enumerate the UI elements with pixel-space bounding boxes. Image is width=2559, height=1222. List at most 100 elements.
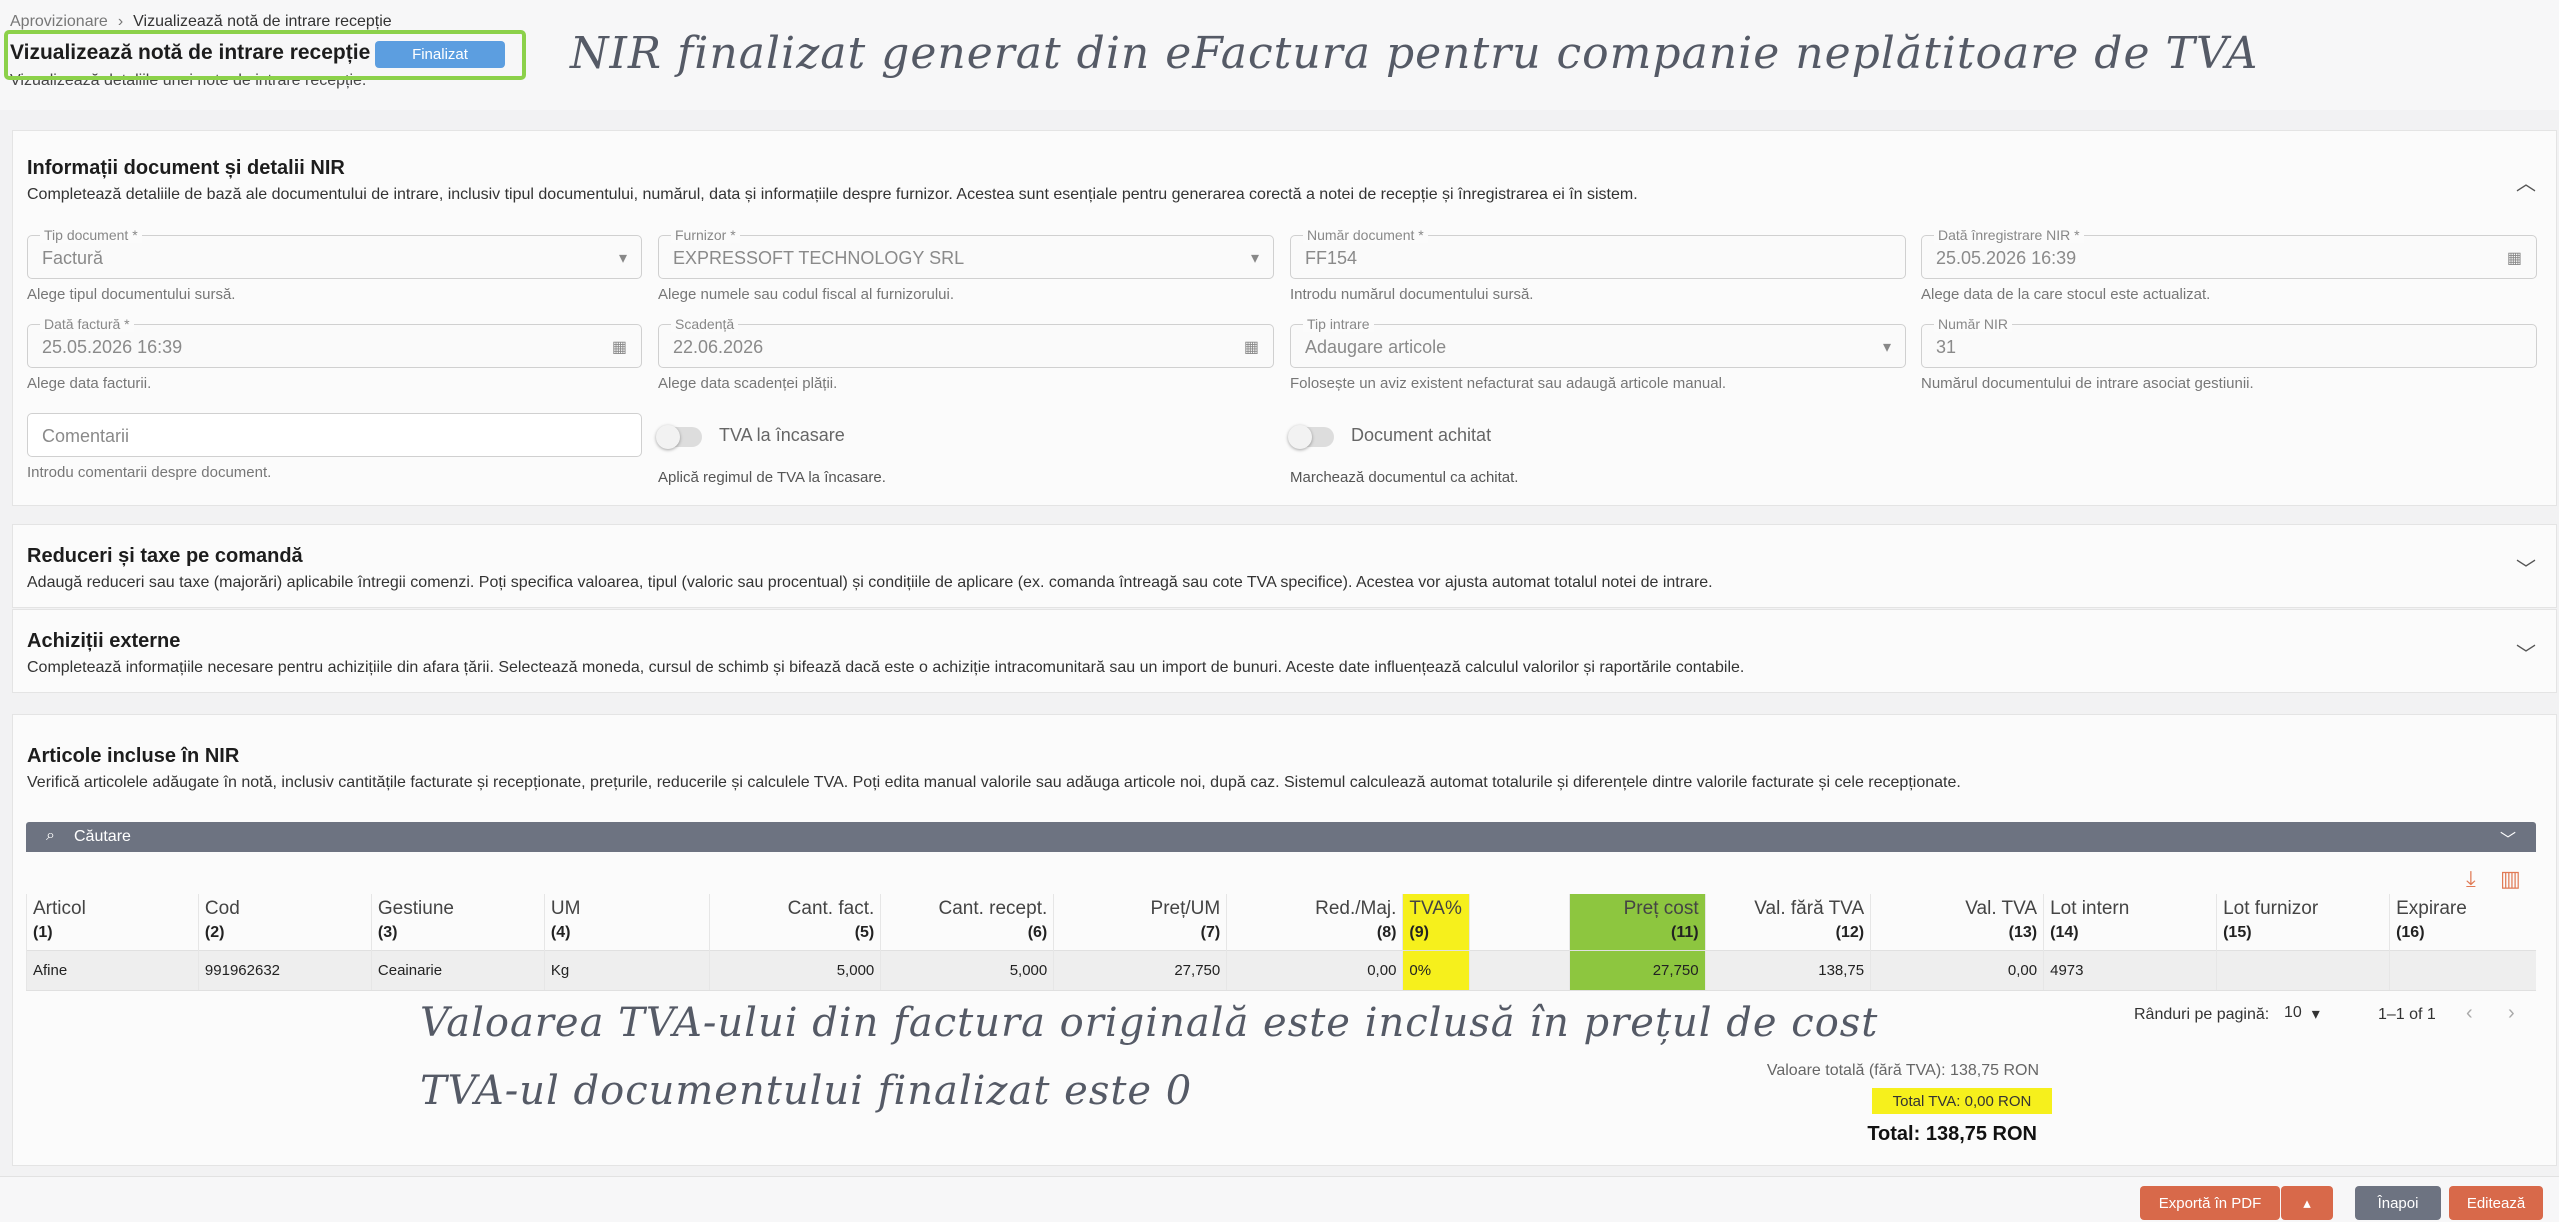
field-value: 31 [1936,337,1957,357]
search-icon: ⌕ [46,827,55,844]
tva-incasare-toggle[interactable] [656,425,702,449]
pagination-range: 1–1 of 1 [2378,1006,2436,1023]
column-header[interactable] [1468,894,1570,950]
caret-down-icon: ▾ [618,250,627,267]
column-label: Cod [204,898,240,919]
caret-down-icon: ▾ [2311,1006,2320,1023]
table-cell: 27,750 [1569,949,1706,991]
field-helper: Alege data de la care stocul este actual… [1921,286,2211,303]
export-menu-button[interactable]: ▴ [2281,1186,2333,1220]
column-header[interactable]: Cant. fact. (5) [709,894,881,950]
column-label: Cant. fact. [787,898,875,919]
column-number: (7) [1200,924,1221,941]
table-cell: 27,750 [1053,949,1227,991]
column-header[interactable]: Articol (1) [26,894,199,950]
field-label: Tip intrare [1303,316,1374,332]
chevron-down-icon[interactable]: ﹀ [2516,553,2536,582]
grand-total: Total: 138,75 RON [1867,1123,2037,1145]
column-label: UM [550,898,581,919]
discounts-section[interactable]: Reduceri și taxe pe comandă Adaugă reduc… [12,524,2557,608]
caret-up-icon: ▴ [2303,1195,2311,1212]
column-header[interactable]: Preț/UM (7) [1053,894,1227,950]
supplier-select[interactable]: Furnizor * EXPRESSOFT TECHNOLOGY SRL ▾ [658,227,1274,279]
column-number: (6) [1027,924,1048,941]
table-row[interactable]: Afine 991962632 Ceainarie Kg 5,000 5,000 27,75… [26,949,2536,991]
registration-date-field[interactable]: Dată înregistrare NIR * 25.05.2026 16:39… [1921,227,2537,279]
column-label: Cant. recept. [938,898,1048,919]
edit-button[interactable]: Editează [2449,1186,2543,1220]
section-title: Articole incluse în NIR [27,745,240,767]
column-number: (9) [1409,924,1429,941]
table-cell [2389,949,2536,991]
external-purchases-section[interactable]: Achiziții externe Completează informații… [12,609,2557,693]
column-number: (16) [2396,924,2425,941]
table-cell: 5,000 [880,949,1054,991]
field-helper: Alege data scadenței plății. [658,375,838,392]
calendar-icon[interactable]: ▦ [612,337,627,357]
entry-type-select[interactable]: Tip intrare Adaugare articole ▾ [1290,316,1906,368]
export-pdf-button[interactable]: Exportă în PDF [2140,1186,2280,1220]
document-type-select[interactable]: Tip document * Factură ▾ [27,227,642,279]
search-bar[interactable]: ⌕ Căutare ﹀ [26,822,2536,852]
field-value: EXPRESSOFT TECHNOLOGY SRL [673,248,965,268]
field-placeholder: Comentarii [42,426,130,446]
column-header[interactable]: Expirare (16) [2389,894,2536,950]
back-button[interactable]: Înapoi [2355,1186,2441,1220]
field-helper: Introdu numărul documentului sursă. [1290,286,1534,303]
column-header[interactable]: Val. fără TVA (12) [1704,894,1871,950]
annotation-tva: TVA-ul documentului finalizat este 0 [420,1068,1193,1114]
breadcrumb-parent[interactable]: Aprovizionare [10,13,108,31]
column-header[interactable]: TVA% (9) [1402,894,1470,950]
due-date-field[interactable]: Scadență 22.06.2026 ▦ [658,316,1274,368]
section-description: Completează informațiile necesare pentru… [27,659,1745,676]
document-number-field[interactable]: Număr document * FF154 [1290,227,1906,279]
rows-per-page-label: Rânduri pe pagină: [2134,1006,2270,1023]
column-number: (14) [2050,924,2079,941]
nir-number-field[interactable]: Număr NIR 31 [1921,316,2537,368]
rows-per-page-select[interactable]: 10 ▾ [2284,1004,2320,1024]
chevron-down-icon[interactable]: ﹀ [2516,638,2536,667]
column-header[interactable]: UM (4) [543,894,710,950]
field-value: 25.05.2026 16:39 [42,337,183,357]
chevron-down-icon[interactable]: ﹀ [2500,826,2516,850]
table-cell: Ceainarie [370,949,545,991]
column-number: (11) [1671,924,1699,941]
column-header[interactable]: Lot intern (14) [2043,894,2217,950]
field-value: Adaugare articole [1305,337,1447,357]
total-tva-value: Total TVA: 0,00 RON [1872,1088,2052,1114]
column-label: Red./Maj. [1315,898,1397,919]
calendar-icon[interactable]: ▦ [2507,248,2522,268]
document-paid-toggle[interactable] [1288,425,1334,449]
column-label: TVA% [1409,898,1462,919]
column-header[interactable]: Cod (2) [197,894,372,950]
calendar-icon[interactable]: ▦ [1244,337,1259,357]
prev-page-icon[interactable]: ‹ [2466,1002,2473,1025]
next-page-icon[interactable]: › [2508,1002,2515,1025]
column-number: (2) [204,924,225,941]
column-header[interactable]: Lot furnizor (15) [2216,894,2390,950]
comments-field[interactable]: Comentarii [27,413,642,457]
column-header[interactable]: Val. TVA (13) [1870,894,2044,950]
field-value: 22.06.2026 [673,337,764,357]
download-icon[interactable]: ⤓ [2466,866,2476,892]
column-label: Val. TVA [1965,898,2038,919]
section-title: Achiziții externe [27,630,181,652]
toggle-helper: Marchează documentul ca achitat. [1290,469,1519,486]
column-label: Lot furnizor [2223,898,2319,919]
invoice-date-field[interactable]: Dată factură * 25.05.2026 16:39 ▦ [27,316,642,368]
columns-icon[interactable]: ▥ [2500,866,2521,892]
field-label: Număr document * [1303,227,1428,243]
column-number: (4) [550,924,571,941]
page-header: Aprovizionare › Vizualizează notă de int… [0,0,2559,110]
table-cell: Kg [543,949,710,991]
column-header[interactable]: Preț cost (11) [1569,894,1706,950]
column-header[interactable]: Red./Maj. (8) [1226,894,1403,950]
column-header[interactable]: Gestiune (3) [370,894,545,950]
chevron-up-icon[interactable]: ︿ [2516,167,2536,196]
annotation-cost: Valoarea TVA-ului din factura originală … [420,1000,1879,1046]
field-value: Factură [42,248,104,268]
column-label: Preț/UM [1150,898,1221,919]
highlight-box [4,30,526,80]
column-header[interactable]: Cant. recept. (6) [880,894,1054,950]
breadcrumb-current: Vizualizează notă de intrare recepție [133,13,392,30]
